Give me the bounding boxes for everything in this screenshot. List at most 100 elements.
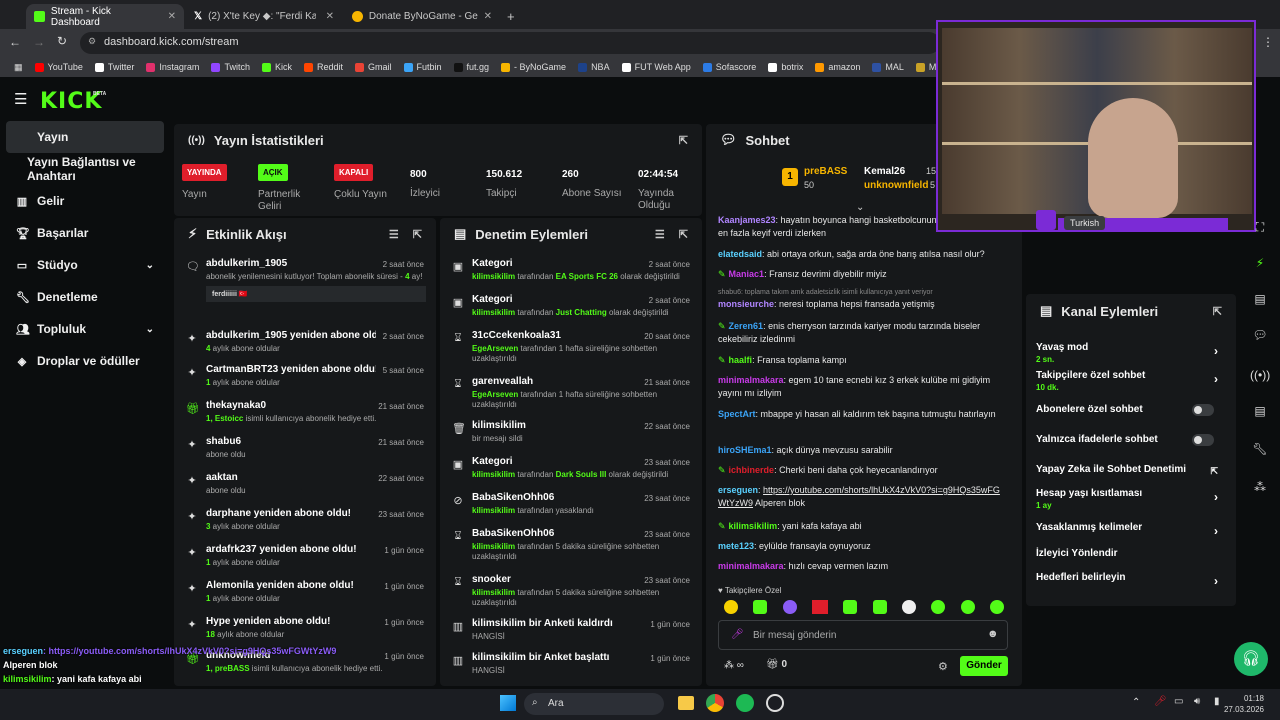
emote-icon[interactable] <box>753 600 768 614</box>
collapse-chevron-icon[interactable]: ⌄ <box>856 202 864 213</box>
bookmark-item[interactable]: YouTube <box>29 62 89 72</box>
emoji-icon[interactable]: ☻ <box>987 628 999 640</box>
taskbar-search[interactable]: ⌕ Ara <box>524 693 664 715</box>
emote-icon[interactable] <box>989 600 1004 614</box>
emote-icon[interactable] <box>872 600 887 614</box>
sidebar-item-studyo[interactable]: ▭ Stüdyo ⌄ <box>6 249 164 281</box>
emote-icon[interactable] <box>811 600 828 614</box>
tab-kick-dashboard[interactable]: Stream - Kick Dashboard ✕ <box>26 4 184 29</box>
mic-icon[interactable]: 🎤︎ <box>1154 696 1167 707</box>
sidebar-item-basarilar[interactable]: 🏆︎ Başarılar <box>6 217 164 249</box>
mic-icon[interactable]: 🎤︎ <box>731 629 744 640</box>
settings-icon[interactable]: ⚙ <box>938 660 948 673</box>
bookmark-item[interactable]: Kick <box>256 62 298 72</box>
chrome-icon[interactable] <box>706 694 724 712</box>
bookmark-item[interactable]: Gmail <box>349 62 398 72</box>
chat-username[interactable]: haalfi <box>729 355 753 365</box>
battery-icon[interactable]: ▮ <box>1214 696 1220 707</box>
chat-input-box[interactable]: 🎤︎ Bir mesaj gönderin ☻ <box>718 620 1008 650</box>
channel-actions-icon[interactable]: ▤ <box>1250 404 1270 418</box>
send-button[interactable]: Gönder <box>960 656 1008 676</box>
reload-icon[interactable]: ↻ <box>57 34 67 48</box>
chat-username[interactable]: erseguen <box>718 485 758 495</box>
channel-action-item[interactable]: Abonelere özel sohbet <box>1036 404 1224 416</box>
channel-action-item[interactable]: Yalnızca ifadelerle sohbet <box>1036 434 1224 446</box>
emote-icon[interactable] <box>960 600 975 614</box>
clock[interactable]: 01:18 27.03.2026 <box>1222 693 1264 715</box>
obs-icon[interactable] <box>766 694 784 712</box>
new-tab-button[interactable]: + <box>502 4 524 29</box>
chat-username[interactable]: minimalmakara <box>718 375 784 385</box>
emote-icon[interactable] <box>724 600 738 614</box>
channel-action-item[interactable]: Yasaklanmış kelimeler › <box>1036 522 1224 538</box>
wrench-icon[interactable]: 🔧︎ <box>1250 442 1270 456</box>
popout-icon[interactable]: ⇱ <box>413 228 422 241</box>
bookmark-item[interactable]: Futbin <box>398 62 448 72</box>
channel-action-item[interactable]: Takipçilere özel sohbet 10 dk. › <box>1036 370 1224 392</box>
filter-icon[interactable]: ☰ <box>389 228 399 241</box>
spotify-icon[interactable] <box>736 694 754 712</box>
apps-icon[interactable]: ▦ <box>8 62 29 73</box>
bookmark-item[interactable]: Twitch <box>205 62 256 72</box>
popout-icon[interactable]: ⇱ <box>1213 305 1222 318</box>
chat-username[interactable]: elatedsaid <box>718 249 762 259</box>
hamburger-menu-icon[interactable]: ☰ <box>14 90 27 108</box>
channel-action-item[interactable]: İzleyici Yönlendir <box>1036 548 1224 559</box>
expand-icon[interactable]: ⛶ <box>1250 220 1270 235</box>
back-icon[interactable]: ← <box>9 35 21 49</box>
emote-icon[interactable] <box>901 600 916 614</box>
chat-username[interactable]: mete123 <box>718 541 754 551</box>
bookmark-item[interactable]: MAL <box>866 62 910 72</box>
url-input[interactable]: ⚙ dashboard.kick.com/stream <box>80 32 940 54</box>
bookmark-item[interactable]: Sofascore <box>697 62 763 72</box>
bookmark-item[interactable]: amazon <box>809 62 866 72</box>
sidebar-item-topluluk[interactable]: 👥︎ Topluluk ⌄ <box>6 313 164 345</box>
tab-x[interactable]: 𝕏 (2) X'te Key ◆: "Ferdi Kadıoğlu ✕ <box>186 4 342 29</box>
emote-icon[interactable] <box>843 600 858 614</box>
chat-username[interactable]: minimalmakara <box>718 561 784 571</box>
bookmark-item[interactable]: botrix <box>762 62 809 72</box>
close-icon[interactable]: ✕ <box>484 11 492 22</box>
bookmark-item[interactable]: Reddit <box>298 62 349 72</box>
channel-action-item[interactable]: Yapay Zeka ile Sohbet Denetimi ⇱ <box>1036 464 1224 476</box>
chat-username[interactable]: hiroSHEma1 <box>718 445 772 455</box>
browser-menu-icon[interactable]: ⋮ <box>1262 35 1274 49</box>
chat-username[interactable]: kilimsikilim <box>729 521 778 531</box>
chat-username[interactable]: Kaanjames23 <box>718 215 776 225</box>
bookmark-item[interactable]: Instagram <box>140 62 205 72</box>
chevron-up-icon[interactable]: ⌃ <box>1132 697 1140 708</box>
chat-username[interactable]: SpectArt <box>718 409 756 419</box>
popout-icon[interactable]: ⇱ <box>679 134 688 147</box>
forward-icon[interactable]: → <box>33 35 45 49</box>
sidebar-item-stream-key[interactable]: Yayın Bağlantısı ve Anahtarı <box>6 153 164 185</box>
filter-icon[interactable]: ☰ <box>655 228 665 241</box>
clipboard-icon[interactable]: ▤ <box>1250 292 1270 306</box>
volume-icon[interactable]: 🔊︎ <box>1194 696 1200 707</box>
close-icon[interactable]: ✕ <box>326 11 334 22</box>
chat-username[interactable]: Maniac1 <box>729 269 765 279</box>
bookmark-item[interactable]: fut.gg <box>448 62 496 72</box>
chat-username[interactable]: ichbinerde <box>729 465 775 475</box>
network-icon[interactable]: ▭ <box>1174 696 1183 707</box>
toggle-switch[interactable] <box>1192 404 1214 416</box>
bookmark-item[interactable]: Twitter <box>89 62 141 72</box>
emote-icon[interactable] <box>931 600 946 614</box>
sidebar-item-droplar[interactable]: ◈ Droplar ve ödüller <box>6 345 164 377</box>
toggle-switch[interactable] <box>1192 434 1214 446</box>
emote-icon[interactable] <box>782 600 797 614</box>
lightning-icon[interactable]: ⚡︎ <box>1250 256 1270 270</box>
chat-username[interactable]: monsieurche <box>718 299 774 309</box>
broadcast-icon[interactable]: ((•)) <box>1250 368 1270 382</box>
popout-icon[interactable]: ⇱ <box>679 228 688 241</box>
channel-action-item[interactable]: Hesap yaşı kısıtlaması 1 ay › <box>1036 488 1224 510</box>
bookmark-item[interactable]: FUT Web App <box>616 62 697 72</box>
channel-action-item[interactable]: Hedefleri belirleyin › <box>1036 572 1224 588</box>
shapes-icon[interactable]: ⁂ <box>1250 480 1270 494</box>
tab-bynogame[interactable]: Donate ByNoGame - Gelen/Gid ✕ <box>344 4 500 29</box>
chat-bubble-icon[interactable]: 💬︎ <box>1250 328 1270 342</box>
chat-username[interactable]: Zeren61 <box>729 321 764 331</box>
points-display[interactable]: 🎁︎ 0 <box>766 659 787 670</box>
sidebar-item-denetleme[interactable]: 🔧︎ Denetleme <box>6 281 164 313</box>
site-info-icon[interactable]: ⚙ <box>88 36 96 47</box>
sidebar-item-gelir[interactable]: ▥ Gelir <box>6 185 164 217</box>
